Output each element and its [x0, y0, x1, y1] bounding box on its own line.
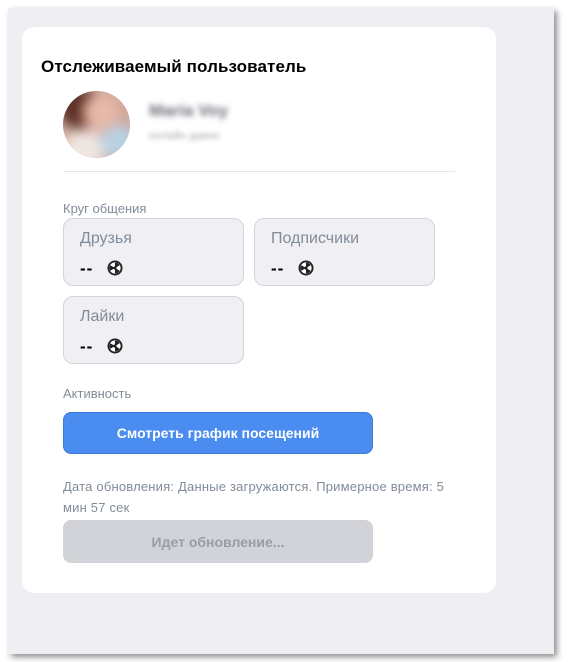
- activity-section-label: Активность: [63, 386, 132, 401]
- friends-stat-card[interactable]: Друзья --: [63, 218, 244, 286]
- loading-spinner-icon: [298, 260, 314, 276]
- likes-value: --: [80, 337, 94, 356]
- loading-spinner-icon: [107, 338, 123, 354]
- followers-stat-card[interactable]: Подписчики --: [254, 218, 435, 286]
- followers-label: Подписчики: [271, 230, 360, 247]
- update-info: Дата обновления: Данные загружаются. При…: [63, 479, 445, 515]
- circle-section-label: Круг общения: [63, 201, 147, 216]
- avatar[interactable]: [63, 91, 130, 158]
- update-in-progress-button: Идет обновление...: [63, 520, 373, 563]
- user-name[interactable]: Maria Voy: [149, 101, 228, 121]
- page-title: Отслеживаемый пользователь: [41, 57, 307, 76]
- likes-stat-card[interactable]: Лайки --: [63, 296, 244, 364]
- view-visit-chart-button[interactable]: Смотреть график посещений: [63, 412, 373, 454]
- user-status: онлайн давно: [149, 130, 220, 142]
- likes-label: Лайки: [80, 308, 125, 325]
- divider: [63, 171, 455, 172]
- friends-label: Друзья: [80, 230, 132, 247]
- loading-spinner-icon: [107, 260, 123, 276]
- friends-value: --: [80, 259, 94, 278]
- followers-value: --: [271, 259, 285, 278]
